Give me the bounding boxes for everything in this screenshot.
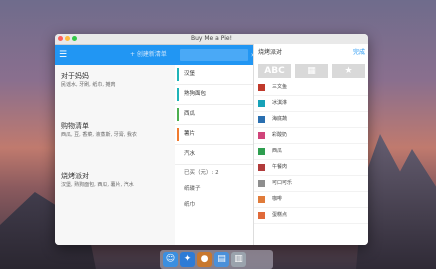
list-title: 购物清单 [61,122,89,130]
list-subtitle: 汉堡, 熟狗面包, 西瓜, 薯片, 汽水 [61,182,134,188]
safari-icon[interactable]: ✦ [180,252,195,267]
close-button[interactable] [58,36,63,41]
list-subtitle: 民谣水, 牙刷, 纸巾, 摊肉 [61,82,116,88]
folder-icon[interactable]: ▤ [214,252,229,267]
color-swatch [258,212,265,219]
app-icon[interactable]: ● [197,252,212,267]
list-item[interactable]: 汉堡 [175,65,253,85]
list-title: 烧烤派对 [61,172,89,180]
item-label: 汽水 [184,151,196,157]
color-label: 海底蔬 [272,116,288,122]
list-item[interactable]: 对于妈妈 民谣水, 牙刷, 纸巾, 摊肉 [55,65,175,115]
color-label: 彩酸奶 [272,132,288,138]
item-label: 西瓜 [184,111,196,117]
list-item[interactable]: 纸巾 [175,197,253,213]
items-column: 汉堡 熟狗面包 西瓜 薯片 汽水 已买（元）: 2 纸碟子 纸巾 [175,65,253,245]
color-label: 三文鱼 [272,84,288,90]
color-option[interactable]: 蛋糕点 [254,208,368,224]
color-option[interactable]: 海底蔬 [254,112,368,128]
list-subtitle: 西瓜, 豆, 香菜, 液蒸斯, 牙膏, 我衣 [61,132,137,138]
list-title: 对于妈妈 [61,72,89,80]
list-item[interactable]: 熟狗面包 [175,85,253,105]
minimize-button[interactable] [65,36,70,41]
item-label: 汉堡 [184,71,196,77]
color-label: 蛋糕点 [272,212,288,218]
favorite-icon[interactable]: ★ [332,64,365,78]
color-label: 西瓜 [272,148,283,154]
app-window: Buy Me a Pie! ☰ + 创建新清单 › 对于妈妈 民谣水, 牙刷, … [55,34,368,245]
color-option[interactable]: 三文鱼 [254,80,368,96]
list-item[interactable]: 汽水 [175,145,253,165]
list-item[interactable]: 购物清单 西瓜, 豆, 香菜, 液蒸斯, 牙膏, 我衣 [55,115,175,165]
segmented-control: ABC ▦ ★ [254,62,368,80]
lists-column: 对于妈妈 民谣水, 牙刷, 纸巾, 摊肉 购物清单 西瓜, 豆, 香菜, 液蒸斯… [55,65,175,245]
done-button[interactable]: 完成 [353,44,365,62]
color-option[interactable]: 彩酸奶 [254,128,368,144]
item-color-bar [177,108,179,121]
list-item[interactable]: 薯片 [175,125,253,145]
color-list: 三文鱼冰淇淋海底蔬彩酸奶西瓜午餐肉可口可乐咖啡蛋糕点 [254,80,368,224]
color-option[interactable]: 咖啡 [254,192,368,208]
color-swatch [258,164,265,171]
finder-icon[interactable]: ☺ [163,252,178,267]
color-swatch [258,116,265,123]
zoom-button[interactable] [72,36,77,41]
list-item[interactable]: 纸碟子 [175,181,253,197]
menu-icon[interactable]: ☰ [59,50,67,60]
color-option[interactable]: 午餐肉 [254,160,368,176]
add-item-input[interactable] [180,49,248,61]
color-swatch [258,148,265,155]
item-color-bar [177,128,179,141]
panel-header: 烧烤派对 完成 [254,44,368,62]
color-swatch [258,84,265,91]
add-list-input[interactable]: + 创建新清单 [130,49,167,61]
color-label: 咖啡 [272,196,283,202]
color-option[interactable]: 冰淇淋 [254,96,368,112]
color-option[interactable]: 西瓜 [254,144,368,160]
color-swatch [258,132,265,139]
color-label: 可口可乐 [272,180,293,186]
color-swatch [258,196,265,203]
panel-title: 烧烤派对 [258,49,283,56]
color-swatch [258,100,265,107]
bought-count: 已买（元）: 2 [184,170,219,176]
item-color-bar [177,68,179,81]
dock: ☺ ✦ ● ▤ ▥ [160,250,273,269]
trash-icon[interactable]: ▥ [231,252,246,267]
sort-category-button[interactable]: ▦ [295,64,328,78]
sort-alphabet-button[interactable]: ABC [258,64,291,78]
color-label: 冰淇淋 [272,100,288,106]
color-option[interactable]: 可口可乐 [254,176,368,192]
window-controls [58,36,77,41]
wallpaper-mountain-right [356,134,436,269]
color-label: 午餐肉 [272,164,288,170]
list-item[interactable]: 烧烤派对 汉堡, 熟狗面包, 西瓜, 薯片, 汽水 [55,165,175,215]
item-color-bar [177,148,179,161]
item-color-bar [177,88,179,101]
edit-list-panel: 烧烤派对 完成 ABC ▦ ★ 三文鱼冰淇淋海底蔬彩酸奶西瓜午餐肉可口可乐咖啡蛋… [253,44,368,245]
window-title: Buy Me a Pie! [191,35,232,42]
list-item[interactable]: 西瓜 [175,105,253,125]
color-swatch [258,180,265,187]
item-label: 熟狗面包 [184,91,207,97]
item-label: 薯片 [184,131,196,137]
